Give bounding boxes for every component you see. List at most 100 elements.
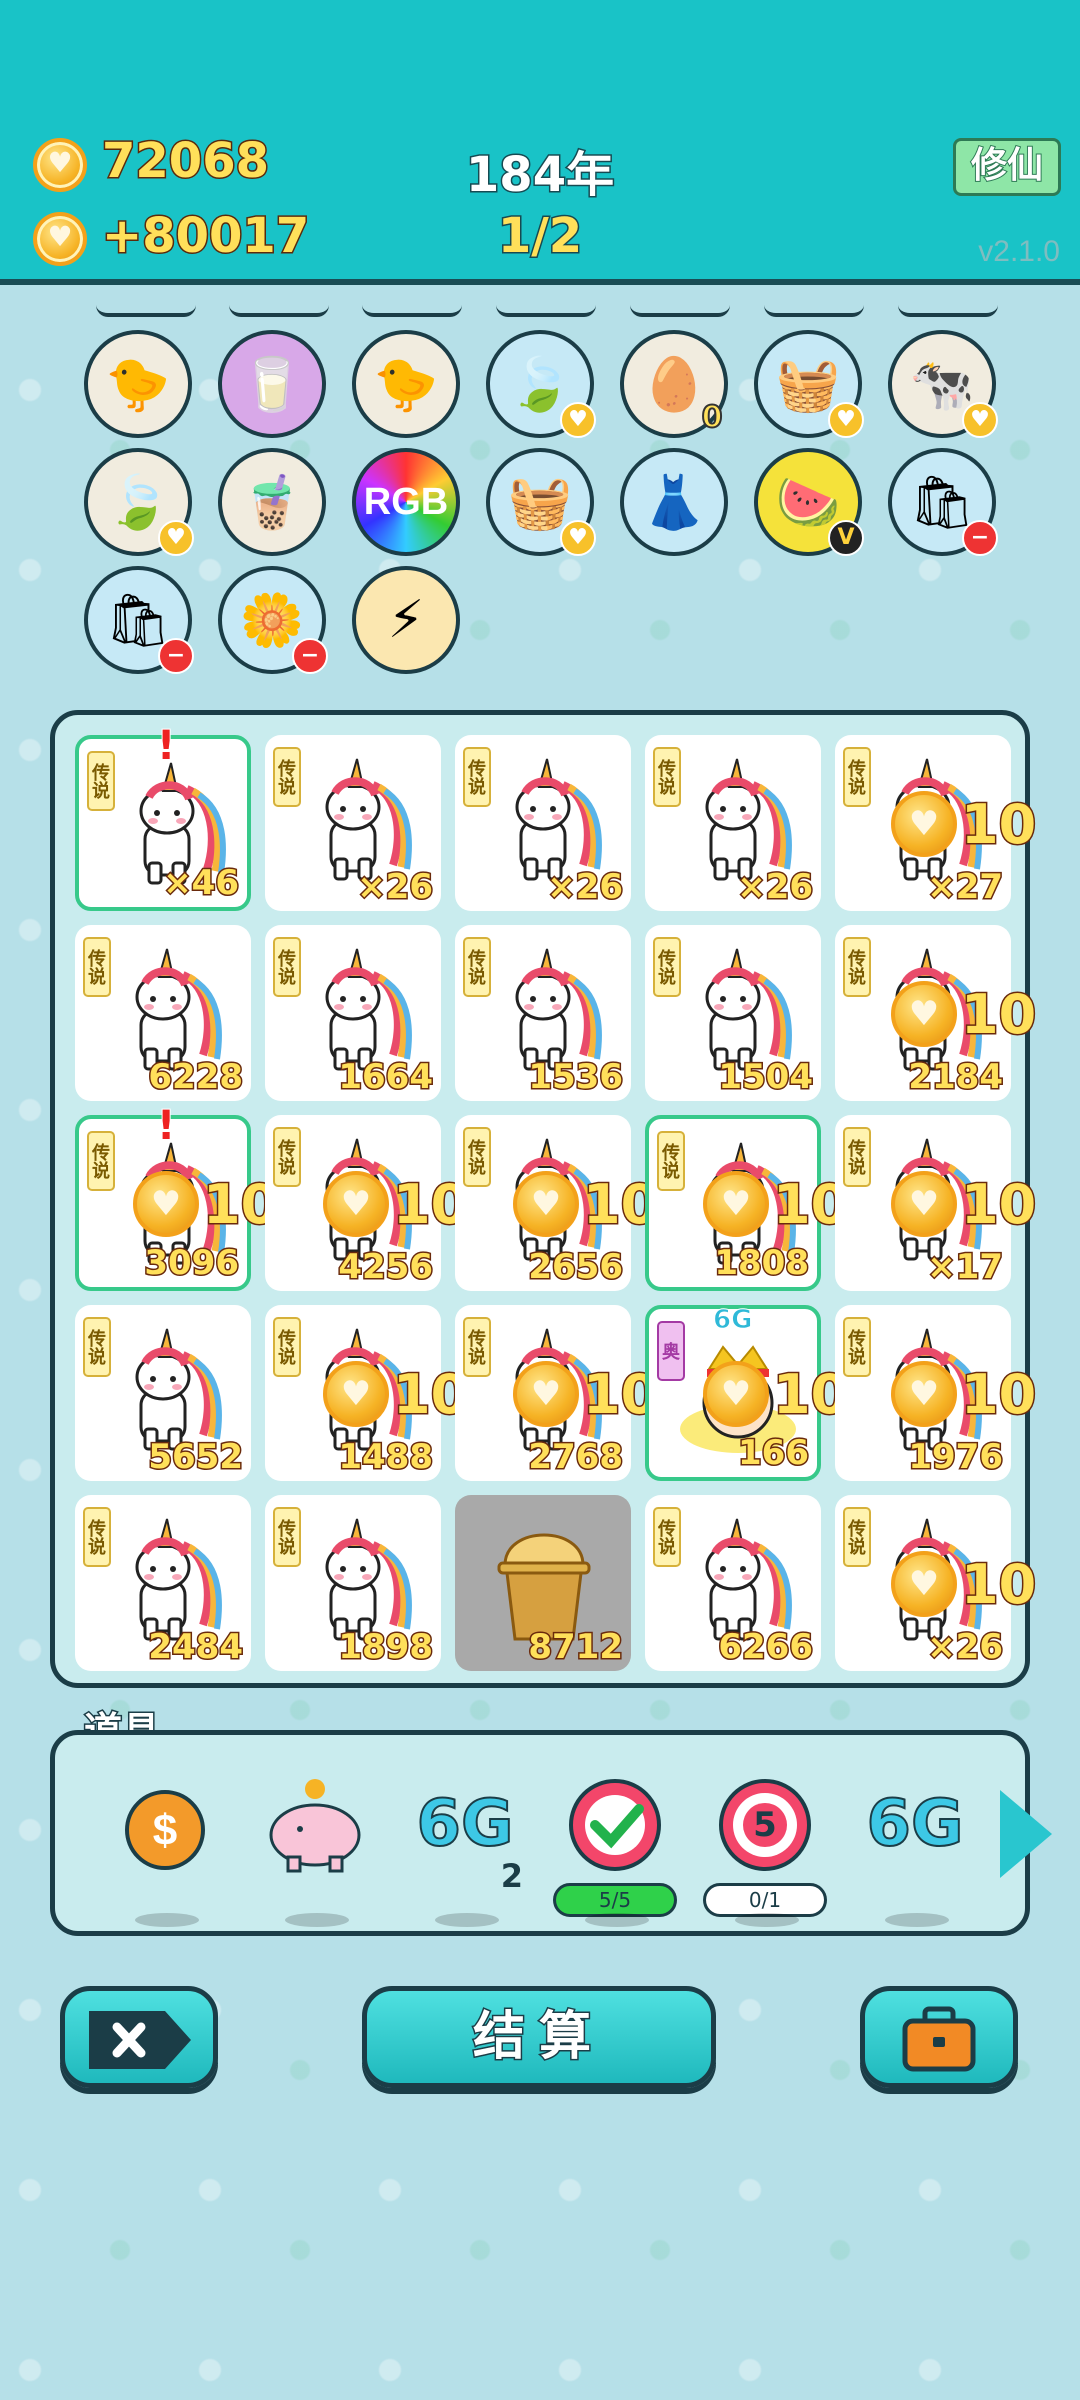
chick-egg-icon: 🐤	[105, 354, 171, 415]
prop-6g-boost[interactable]: 6G	[855, 1775, 975, 1927]
top-bar: 72068 +80017 184年 1/2 修仙 v2.1.0	[0, 0, 1080, 285]
shelf-item-egg-tray[interactable]: 🥚 0	[620, 330, 728, 438]
shelf-item-fruit-basket[interactable]: 🧺 ♥	[486, 448, 596, 556]
board-card-unicorn[interactable]: 传说 1488	[265, 1305, 441, 1481]
board-card-unicorn[interactable]: 传说 1504	[645, 925, 821, 1101]
card-count: ×27	[926, 866, 1005, 909]
board-card-unicorn[interactable]: 传说 2656	[455, 1115, 631, 1291]
prop-progress-pill: 0/1	[703, 1883, 827, 1917]
board-card-unicorn[interactable]: 传说 ×26	[835, 1495, 1011, 1671]
partial-item-edge	[630, 305, 730, 317]
card-count: 1808	[713, 1242, 811, 1285]
close-button[interactable]	[60, 1986, 218, 2088]
board-card-unicorn[interactable]: 传说 3096!	[75, 1102, 251, 1291]
prop-shadow	[885, 1913, 949, 1927]
prop-6g-boost[interactable]: 6G 2	[405, 1775, 525, 1927]
card-count: 3096	[143, 1242, 241, 1285]
rarity-tag-legend: 传说	[653, 937, 681, 997]
bubble-tea-icon: 🧋	[239, 472, 305, 533]
version-label: v2.1.0	[978, 235, 1060, 268]
board-card-unicorn[interactable]: 传说 1536	[455, 925, 631, 1101]
leaf-icon: 🍃	[507, 354, 573, 415]
shelf-item-chick-egg[interactable]: 🐤	[352, 330, 460, 438]
shelf-item-flower-pot[interactable]: 🌼 −	[218, 566, 328, 674]
unicorn-icon	[303, 755, 413, 885]
shelf-item-lightning[interactable]: ⚡	[352, 566, 460, 674]
board-card-unicorn[interactable]: 传说 ×27	[835, 735, 1011, 911]
board-card-unicorn[interactable]: 传说 5652	[75, 1305, 251, 1481]
rarity-tag-legend: 传说	[843, 937, 871, 997]
sack-icon: 🛍	[908, 472, 975, 533]
card-count: 166	[737, 1432, 811, 1475]
shelf-item-skirt[interactable]: 👗	[620, 448, 728, 556]
settle-button[interactable]: 结算	[362, 1986, 716, 2088]
board-card-unicorn[interactable]: 传说 2184	[835, 925, 1011, 1101]
close-icon	[89, 2011, 191, 2069]
inventory-button[interactable]	[860, 1986, 1018, 2088]
leaf-icon: 🍃	[105, 472, 171, 533]
rarity-tag-legend: 传说	[657, 1131, 685, 1191]
rarity-tag-legend: 传说	[273, 1127, 301, 1187]
prop-dollar-coin[interactable]: $	[105, 1775, 225, 1927]
board-card-unicorn[interactable]: 传说 1664	[265, 925, 441, 1101]
rarity-tag-legend: 传说	[463, 1127, 491, 1187]
unicorn-icon	[113, 1325, 223, 1455]
shelf-item-fruit-platter[interactable]: 🍉 V	[754, 448, 864, 556]
prop-piggy-bank[interactable]	[255, 1775, 375, 1927]
card-count: ×17	[926, 1246, 1005, 1289]
board-card-unicorn[interactable]: 传说 ×46!	[75, 722, 251, 911]
unicorn-icon	[303, 1515, 413, 1645]
fruit-basket-icon: 🧺	[775, 354, 841, 415]
card-count: 1504	[717, 1056, 815, 1099]
rarity-tag-legend: 传说	[87, 751, 115, 811]
board-card-unicorn[interactable]: 传说 1976	[835, 1305, 1011, 1481]
card-count: 2484	[147, 1626, 245, 1669]
shelf-item-cows[interactable]: 🐄 ♥	[888, 330, 998, 438]
board-card-unicorn[interactable]: 传说 6266	[645, 1495, 821, 1671]
item-badge: −	[962, 520, 998, 556]
shelf-item-chick-egg[interactable]: 🐤	[84, 330, 192, 438]
shelf-item-fruit-basket[interactable]: 🧺 ♥	[754, 330, 864, 438]
flower-pot-icon: 🌼	[239, 590, 305, 651]
rarity-tag-legend: 传说	[83, 937, 111, 997]
card-count: 1536	[527, 1056, 625, 1099]
board-card-unicorn[interactable]: 传说 ×26	[265, 735, 441, 911]
prop-shadow	[585, 1913, 649, 1927]
unicorn-icon	[113, 1515, 223, 1645]
board-card-unicorn[interactable]: 传说 2768	[455, 1305, 631, 1481]
props-next-arrow[interactable]	[1000, 1790, 1052, 1878]
shelf-item-leaf[interactable]: 🍃 ♥	[84, 448, 194, 556]
rarity-tag-legend: 传说	[83, 1507, 111, 1567]
egg-tray-icon: 🥚	[641, 354, 707, 415]
shelf-item-rgb-orb[interactable]: RGB	[352, 448, 460, 556]
board-card-unicorn[interactable]: 传说 2484	[75, 1495, 251, 1671]
unicorn-icon	[493, 945, 603, 1075]
board-card-unicorn[interactable]: 传说 4256	[265, 1115, 441, 1291]
unicorn-icon	[303, 1325, 413, 1455]
item-badge: ♥	[962, 402, 998, 438]
card-count: 2184	[907, 1056, 1005, 1099]
shelf-item-milk-jug[interactable]: 🥛	[218, 330, 326, 438]
cows-icon: 🐄	[909, 354, 975, 415]
partial-item-edge	[764, 305, 864, 317]
shelf-item-sack[interactable]: 🛍 −	[84, 566, 194, 674]
board-card-unicorn[interactable]: 传说 ×26	[645, 735, 821, 911]
shelf-item-leaf[interactable]: 🍃 ♥	[486, 330, 596, 438]
rarity-tag-legend: 传说	[273, 1507, 301, 1567]
prop-check-target[interactable]: 5/5	[553, 1775, 677, 1927]
prop-target-5[interactable]: 5 0/1	[703, 1775, 827, 1927]
prop-label: 6G	[415, 1786, 514, 1862]
board-card-unicorn[interactable]: 传说 6228	[75, 925, 251, 1101]
coin-rate: +80017	[100, 207, 310, 266]
prop-count: 2	[500, 1857, 523, 1895]
cultivation-mode-button[interactable]: 修仙	[953, 138, 1061, 196]
shelf-item-sack[interactable]: 🛍 −	[888, 448, 998, 556]
board-card-unicorn[interactable]: 传说 1898	[265, 1495, 441, 1671]
board-card-unicorn[interactable]: 传说 ×26	[455, 735, 631, 911]
board-card-unicorn[interactable]: 传说 ×17	[835, 1115, 1011, 1291]
shelf-item-bubble-tea[interactable]: 🧋	[218, 448, 326, 556]
unicorn-icon	[683, 755, 793, 885]
board-card-unicorn[interactable]: 传说 1808	[645, 1115, 821, 1291]
board-card-hero[interactable]: 奥 6G 166	[645, 1305, 821, 1481]
board-card-cup[interactable]: 8712	[455, 1495, 631, 1671]
